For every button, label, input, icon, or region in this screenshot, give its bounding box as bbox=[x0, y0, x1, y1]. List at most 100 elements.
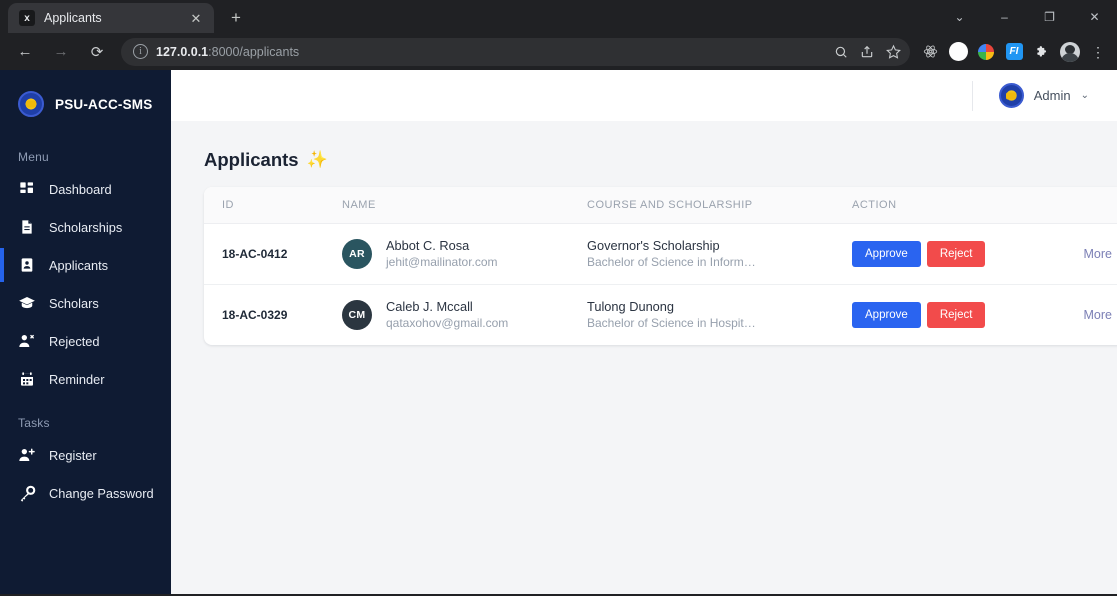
reload-icon[interactable]: ⟳ bbox=[82, 37, 112, 67]
topbar: Admin ⌄ bbox=[171, 70, 1117, 121]
sidebar-item-label: Change Password bbox=[49, 485, 154, 501]
close-icon[interactable]: ✕ bbox=[188, 10, 204, 26]
page-viewport: PSU-ACC-SMS Menu Dashboard Scholarships bbox=[0, 70, 1117, 594]
circle-icon[interactable] bbox=[945, 39, 971, 65]
tab-favicon: x bbox=[19, 10, 35, 26]
reject-button[interactable]: Reject bbox=[926, 301, 986, 329]
column-header-id: ID bbox=[204, 187, 342, 224]
cell-id: 18-AC-0412 bbox=[204, 223, 342, 286]
profile-avatar-icon[interactable] bbox=[1057, 39, 1083, 65]
column-header-name: NAME bbox=[342, 187, 587, 224]
key-icon bbox=[18, 484, 36, 502]
browser-tab-applicants[interactable]: x Applicants ✕ bbox=[8, 3, 214, 33]
table-body: 18-AC-0412 AR Abbot C. Rosa jehit@mailin… bbox=[204, 223, 1117, 346]
new-tab-button[interactable]: + bbox=[222, 4, 250, 32]
more-link[interactable]: More bbox=[1084, 308, 1117, 322]
course-name: Bachelor of Science in Informati... bbox=[587, 255, 759, 270]
sidebar-section-menu-label: Menu bbox=[18, 150, 49, 164]
scholarship-name: Governor's Scholarship bbox=[587, 238, 720, 253]
forward-icon[interactable]: → bbox=[46, 37, 76, 67]
window-close-icon[interactable]: ✕ bbox=[1072, 0, 1117, 33]
chevron-down-icon[interactable]: ⌄ bbox=[937, 0, 982, 33]
applicant-email: qataxohov@gmail.com bbox=[386, 316, 509, 331]
maximize-icon[interactable]: ❐ bbox=[1027, 0, 1072, 33]
brand-name: PSU-ACC-SMS bbox=[55, 96, 153, 112]
column-header-action: ACTION bbox=[852, 187, 1117, 224]
address-bar-actions bbox=[828, 39, 906, 65]
tab-title: Applicants bbox=[44, 11, 102, 25]
chevron-down-icon: ⌄ bbox=[1080, 90, 1089, 101]
url-host: 127.0.0.1 bbox=[156, 44, 209, 59]
react-icon[interactable] bbox=[917, 39, 943, 65]
sidebar-item-scholars[interactable]: Scholars bbox=[0, 284, 171, 322]
approve-button[interactable]: Approve bbox=[852, 240, 921, 268]
more-link[interactable]: More bbox=[1084, 247, 1117, 261]
user-name: Admin bbox=[1033, 88, 1071, 103]
sidebar-item-rejected[interactable]: Rejected bbox=[0, 322, 171, 360]
sidebar-item-label: Scholars bbox=[49, 295, 99, 311]
fi-extension-icon[interactable]: FI bbox=[1001, 39, 1027, 65]
table-header-row: ID NAME COURSE AND SCHOLARSHIP ACTION bbox=[204, 187, 1117, 224]
sidebar-item-label: Register bbox=[49, 447, 97, 463]
window-controls: ⌄ – ❐ ✕ bbox=[937, 0, 1117, 33]
sparkles-icon: ✨ bbox=[306, 150, 328, 169]
page-title: Applicants ✨ bbox=[204, 149, 1104, 171]
avatar bbox=[998, 83, 1024, 108]
calendar-icon bbox=[18, 370, 36, 388]
reject-button[interactable]: Reject bbox=[926, 240, 986, 268]
avatar: AR bbox=[342, 239, 372, 270]
graduation-cap-icon bbox=[18, 294, 36, 312]
cell-action: Approve Reject More bbox=[852, 285, 1117, 346]
cell-course: Tulong Dunong Bachelor of Science in Hos… bbox=[587, 285, 852, 346]
sidebar-item-dashboard[interactable]: Dashboard bbox=[0, 170, 171, 208]
grid-icon bbox=[18, 180, 36, 198]
document-icon bbox=[18, 218, 36, 236]
sidebar-item-scholarships[interactable]: Scholarships bbox=[0, 208, 171, 246]
cell-name: AR Abbot C. Rosa jehit@mailinator.com bbox=[342, 223, 587, 286]
browser-window: x Applicants ✕ + ⌄ – ❐ ✕ ← → ⟳ i 127.0.0… bbox=[0, 0, 1117, 596]
applicants-table-card: ID NAME COURSE AND SCHOLARSHIP ACTION 18… bbox=[204, 187, 1117, 346]
cell-id: 18-AC-0329 bbox=[222, 308, 288, 323]
approve-button[interactable]: Approve bbox=[852, 301, 921, 329]
sidebar-item-applicants[interactable]: Applicants bbox=[0, 246, 171, 284]
url-path: :8000/applicants bbox=[208, 44, 300, 59]
scholarship-name: Tulong Dunong bbox=[587, 299, 675, 315]
main-content: Admin ⌄ Applicants ✨ ID NAME COURSE AND … bbox=[171, 70, 1117, 594]
course-name: Bachelor of Science in Hospitali... bbox=[587, 316, 759, 331]
sidebar-item-register[interactable]: Register bbox=[0, 436, 171, 474]
site-info-icon[interactable]: i bbox=[133, 44, 148, 59]
share-icon[interactable] bbox=[854, 39, 880, 65]
avatar: CM bbox=[342, 300, 372, 331]
cell-name: CM Caleb J. Mccall qataxohov@gmail.com bbox=[342, 285, 587, 346]
id-card-icon bbox=[18, 256, 36, 274]
puzzle-icon[interactable] bbox=[1029, 39, 1055, 65]
sidebar-item-label: Rejected bbox=[49, 333, 100, 349]
sidebar-item-label: Scholarships bbox=[49, 219, 123, 235]
sidebar-item-label: Dashboard bbox=[49, 181, 112, 197]
brand-logo-icon bbox=[18, 91, 44, 117]
column-header-course: COURSE AND SCHOLARSHIP bbox=[587, 187, 852, 224]
star-icon[interactable] bbox=[880, 39, 906, 65]
extension-icons: FI bbox=[916, 39, 1086, 65]
sidebar-item-change-password[interactable]: Change Password bbox=[0, 474, 171, 512]
table-head: ID NAME COURSE AND SCHOLARSHIP ACTION bbox=[204, 187, 1117, 224]
back-icon[interactable]: ← bbox=[10, 37, 40, 67]
user-menu[interactable]: Admin ⌄ bbox=[971, 80, 1089, 111]
color-wheel-icon[interactable] bbox=[973, 39, 999, 65]
brand[interactable]: PSU-ACC-SMS bbox=[0, 76, 171, 132]
page-body: Applicants ✨ ID NAME COURSE AND SCHOLARS… bbox=[171, 121, 1117, 594]
sidebar-item-label: Reminder bbox=[49, 371, 105, 387]
browser-toolbar: ← → ⟳ i 127.0.0.1:8000/applicants FI ⋮ bbox=[0, 33, 1117, 70]
address-bar[interactable]: i 127.0.0.1:8000/applicants bbox=[121, 37, 910, 66]
applicant-name: Abbot C. Rosa bbox=[386, 238, 470, 253]
user-plus-icon bbox=[18, 446, 36, 464]
cell-action: Approve Reject More bbox=[852, 223, 1117, 286]
browser-menu-icon[interactable]: ⋮ bbox=[1086, 39, 1110, 65]
cell-course: Governor's Scholarship Bachelor of Scien… bbox=[587, 223, 852, 286]
address-bar-url: 127.0.0.1:8000/applicants bbox=[156, 45, 299, 59]
tab-strip: x Applicants ✕ + ⌄ – ❐ ✕ bbox=[0, 0, 1117, 33]
minimize-icon[interactable]: – bbox=[982, 0, 1027, 33]
user-x-icon bbox=[18, 332, 36, 350]
sidebar-item-reminder[interactable]: Reminder bbox=[0, 360, 171, 398]
search-icon[interactable] bbox=[828, 39, 854, 65]
